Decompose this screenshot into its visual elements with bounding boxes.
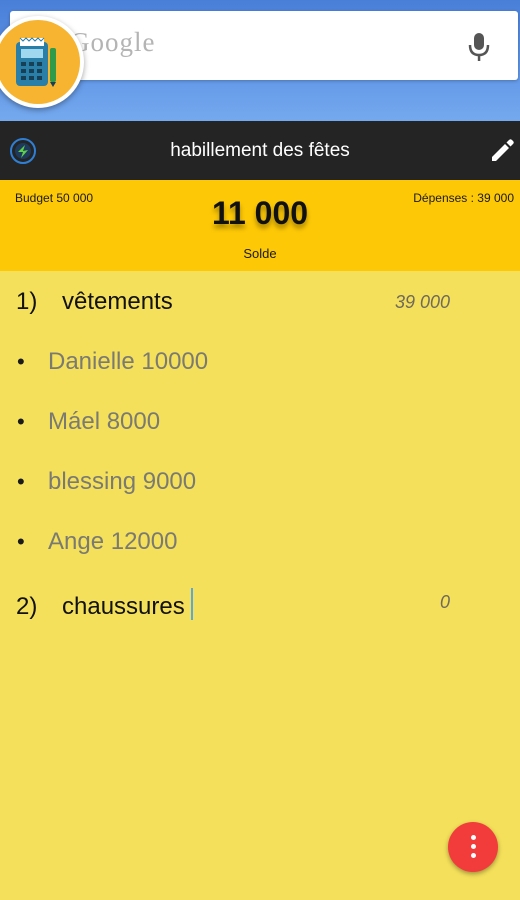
bullet: •: [17, 529, 25, 554]
category-number: 1): [16, 288, 38, 315]
expense-list: 1) vêtements 39 000 • Danielle 10000 • Máel…: [0, 271, 520, 900]
balance-value: 11 000: [211, 195, 309, 231]
more-options-button[interactable]: [448, 822, 498, 872]
category-row[interactable]: 2) chaussures: [16, 588, 193, 628]
bullet: •: [17, 349, 25, 374]
mic-icon[interactable]: [466, 31, 492, 63]
text-cursor: [190, 588, 193, 620]
list-item[interactable]: • Danielle 10000: [17, 348, 208, 376]
list-item[interactable]: • Ange 12000: [17, 528, 177, 556]
category-number: 2): [16, 593, 38, 620]
title-bar: habillement des fêtes: [0, 121, 520, 180]
list-item[interactable]: • Máel 8000: [17, 408, 160, 436]
category-name: vêtements: [62, 288, 173, 315]
bullet: •: [17, 409, 25, 434]
item-text: Ange 12000: [48, 528, 178, 555]
edit-pencil-icon[interactable]: [488, 135, 518, 165]
page-title: habillement des fêtes: [170, 140, 350, 161]
calculator-app-icon[interactable]: [0, 16, 84, 108]
category-row[interactable]: 1) vêtements: [16, 288, 173, 328]
balance-label: Solde: [243, 246, 277, 261]
item-text: Máel 8000: [48, 408, 161, 435]
google-search-bar[interactable]: Google: [10, 11, 518, 80]
list-item[interactable]: • blessing 9000: [17, 468, 196, 496]
bullet: •: [17, 469, 25, 494]
home-wallpaper: Google: [0, 0, 520, 121]
item-text: Danielle 10000: [48, 348, 209, 375]
category-name-input[interactable]: chaussures: [62, 593, 185, 620]
category-amount: 39 000: [394, 292, 450, 312]
budget-summary: Budget 50 000 Dépenses : 39 000 11 000 S…: [0, 180, 520, 271]
category-amount: 0: [439, 592, 450, 612]
item-text: blessing 9000: [48, 468, 197, 495]
